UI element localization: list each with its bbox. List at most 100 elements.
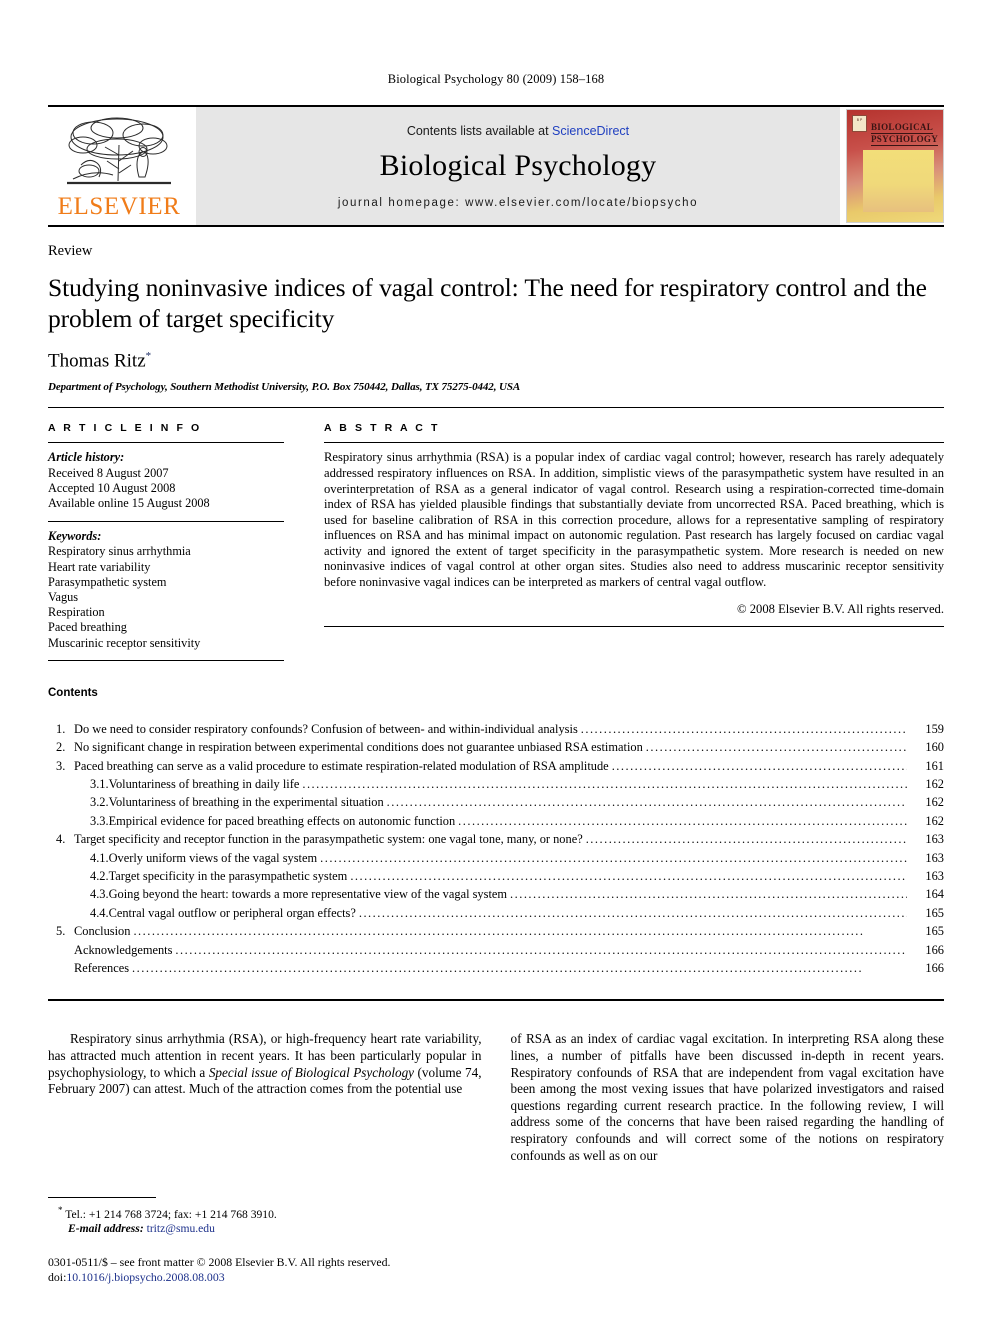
footnote-email-line: E-mail address: tritz@smu.edu	[48, 1222, 480, 1237]
contents-available-line: Contents lists available at ScienceDirec…	[407, 124, 629, 138]
toc-entry-label: Central vagal outflow or peripheral orga…	[108, 905, 356, 920]
toc-entry[interactable]: References..............................…	[48, 959, 944, 977]
body-columns: Respiratory sinus arrhythmia (RSA), or h…	[48, 1031, 944, 1164]
footnote-marker: *	[58, 1204, 63, 1215]
keyword-item: Parasympathetic system	[48, 574, 167, 589]
toc-entry-number: 3.1.	[90, 776, 109, 791]
toc-entry-page: 166	[925, 961, 944, 976]
toc-leader-dots: ........................................…	[458, 813, 907, 828]
toc-entry[interactable]: 2. No significant change in respiration b…	[48, 738, 944, 756]
toc-entry-number: 3.2.	[90, 795, 109, 810]
toc-entry[interactable]: 4.1. Overly uniform views of the vagal sy…	[48, 849, 944, 867]
article-type: Review	[48, 243, 93, 259]
toc-leader-dots: ........................................…	[585, 832, 907, 847]
table-of-contents: 1. Do we need to consider respiratory con…	[48, 720, 944, 978]
journal-band: Contents lists available at ScienceDirec…	[196, 107, 840, 225]
toc-entry[interactable]: 5. Conclusion............................…	[48, 922, 944, 940]
journal-cover-thumbnail: B P BIOLOGICAL PSYCHOLOGY	[846, 109, 944, 223]
keyword-item: Respiratory sinus arrhythmia	[48, 544, 191, 559]
toc-leader-dots: ........................................…	[611, 758, 907, 773]
toc-leader-dots: ........................................…	[175, 942, 907, 957]
keyword-item: Muscarinic receptor sensitivity	[48, 635, 201, 650]
toc-entry-number: 4.2.	[90, 869, 109, 884]
cover-art-panel	[863, 150, 934, 212]
toc-leader-dots: ........................................…	[358, 905, 907, 920]
toc-entry-page: 163	[925, 869, 944, 884]
journal-title: Biological Psychology	[379, 149, 657, 182]
keywords-label: Keywords:	[48, 529, 102, 544]
toc-leader-dots: ........................................…	[302, 776, 907, 791]
toc-entry-page: 165	[925, 924, 944, 939]
doi-link[interactable]: 10.1016/j.biopsycho.2008.08.003	[66, 1270, 224, 1284]
toc-leader-dots: ........................................…	[510, 887, 907, 902]
journal-homepage[interactable]: journal homepage: www.elsevier.com/locat…	[338, 197, 698, 209]
author-footnote-marker[interactable]: *	[146, 350, 152, 362]
toc-entry[interactable]: 4.2. Target specificity in the parasympat…	[48, 867, 944, 885]
toc-leader-dots: ........................................…	[386, 795, 907, 810]
footnote-block: * Tel.: +1 214 768 3724; fax: +1 214 768…	[48, 1196, 480, 1285]
toc-entry-label: Going beyond the heart: towards a more r…	[108, 887, 508, 902]
email-label: E-mail address:	[68, 1222, 144, 1236]
article-history: Article history: Received 8 August 2007 …	[48, 450, 284, 511]
footnote-rule	[48, 1196, 156, 1198]
issn-block: 0301-0511/$ – see front matter © 2008 El…	[48, 1255, 480, 1285]
toc-entry-page: 161	[925, 758, 944, 773]
history-item: Received 8 August 2007	[48, 465, 169, 480]
author-name: Thomas Ritz	[48, 350, 146, 372]
doi-line: doi:10.1016/j.biopsycho.2008.08.003	[48, 1270, 480, 1285]
keyword-item: Respiration	[48, 605, 105, 620]
title-block: Review Studying noninvasive indices of v…	[48, 227, 944, 393]
abstract-text: Respiratory sinus arrhythmia (RSA) is a …	[324, 450, 944, 590]
running-head: Biological Psychology 80 (2009) 158–168	[387, 72, 605, 86]
toc-leader-dots: ........................................…	[580, 721, 907, 736]
toc-entry-number: 3.	[56, 758, 66, 773]
toc-entry-label: Target specificity in the parasympatheti…	[108, 869, 348, 884]
toc-entry-label: References	[74, 961, 130, 976]
toc-leader-dots: ........................................…	[133, 924, 865, 939]
toc-entry-label: Voluntariness of breathing in the experi…	[108, 795, 384, 810]
toc-entry-number: 3.3.	[90, 813, 109, 828]
toc-entry[interactable]: Acknowledgements........................…	[48, 941, 944, 959]
cover-title-line2: PSYCHOLOGY	[871, 134, 939, 146]
elsevier-tree-icon	[67, 117, 171, 185]
toc-entry[interactable]: 4.4. Central vagal outflow or peripheral …	[48, 904, 944, 922]
toc-entry[interactable]: 4.3. Going beyond the heart: towards a mo…	[48, 885, 944, 903]
toc-entry-page: 162	[925, 795, 944, 810]
cover-title: BIOLOGICAL PSYCHOLOGY	[871, 122, 939, 146]
abstract-heading: A B S T R A C T	[324, 422, 440, 435]
toc-entry[interactable]: 3. Paced breathing can serve as a valid p…	[48, 757, 944, 775]
toc-entry[interactable]: 1. Do we need to consider respiratory con…	[48, 720, 944, 738]
email-link[interactable]: tritz@smu.edu	[147, 1222, 215, 1235]
toc-leader-dots: ........................................…	[350, 869, 907, 884]
affiliation: Department of Psychology, Southern Metho…	[48, 381, 521, 394]
body-paragraph: of RSA as an index of cardiac vagal exci…	[510, 1031, 945, 1163]
toc-entry-page: 162	[925, 776, 944, 791]
contents-bottom-rule	[48, 999, 944, 1002]
toc-entry-page: 166	[925, 942, 944, 957]
cover-publisher-mark-icon: B P	[852, 115, 867, 132]
article-info-heading: A R T I C L E I N F O	[48, 422, 202, 435]
toc-entry-page: 160	[925, 740, 944, 755]
toc-entry[interactable]: 4. Target specificity and receptor functi…	[48, 830, 944, 848]
sciencedirect-link[interactable]: ScienceDirect	[552, 124, 629, 138]
toc-entry-label: Do we need to consider respiratory confo…	[74, 721, 578, 736]
toc-entry-page: 164	[925, 887, 944, 902]
body-column-right: of RSA as an index of cardiac vagal exci…	[511, 1031, 945, 1164]
toc-entry[interactable]: 3.2. Voluntariness of breathing in the ex…	[48, 793, 944, 811]
paper-page: Biological Psychology 80 (2009) 158–168	[0, 0, 992, 1323]
toc-entry-number: 4.1.	[90, 850, 109, 865]
toc-entry-number: 4.	[56, 832, 66, 847]
footnote-contact: * Tel.: +1 214 768 3724; fax: +1 214 768…	[48, 1203, 480, 1222]
toc-entry-page: 159	[925, 721, 944, 736]
toc-entry[interactable]: 3.1. Voluntariness of breathing in daily …	[48, 775, 944, 793]
toc-leader-dots: ........................................…	[645, 740, 907, 755]
toc-entry-page: 163	[925, 850, 944, 865]
body-paragraph: Respiratory sinus arrhythmia (RSA), or h…	[48, 1031, 482, 1097]
author-list: Thomas Ritz*	[48, 350, 944, 372]
info-abstract-section: A R T I C L E I N F O Article history: R…	[48, 407, 944, 661]
toc-entry[interactable]: 3.3. Empirical evidence for paced breathi…	[48, 812, 944, 830]
toc-leader-dots: ........................................…	[320, 850, 907, 865]
contents-section: Contents 1. Do we need to consider respir…	[48, 687, 944, 978]
toc-entry-label: Overly uniform views of the vagal system	[108, 850, 318, 865]
toc-entry-label: Empirical evidence for paced breathing e…	[108, 813, 456, 828]
